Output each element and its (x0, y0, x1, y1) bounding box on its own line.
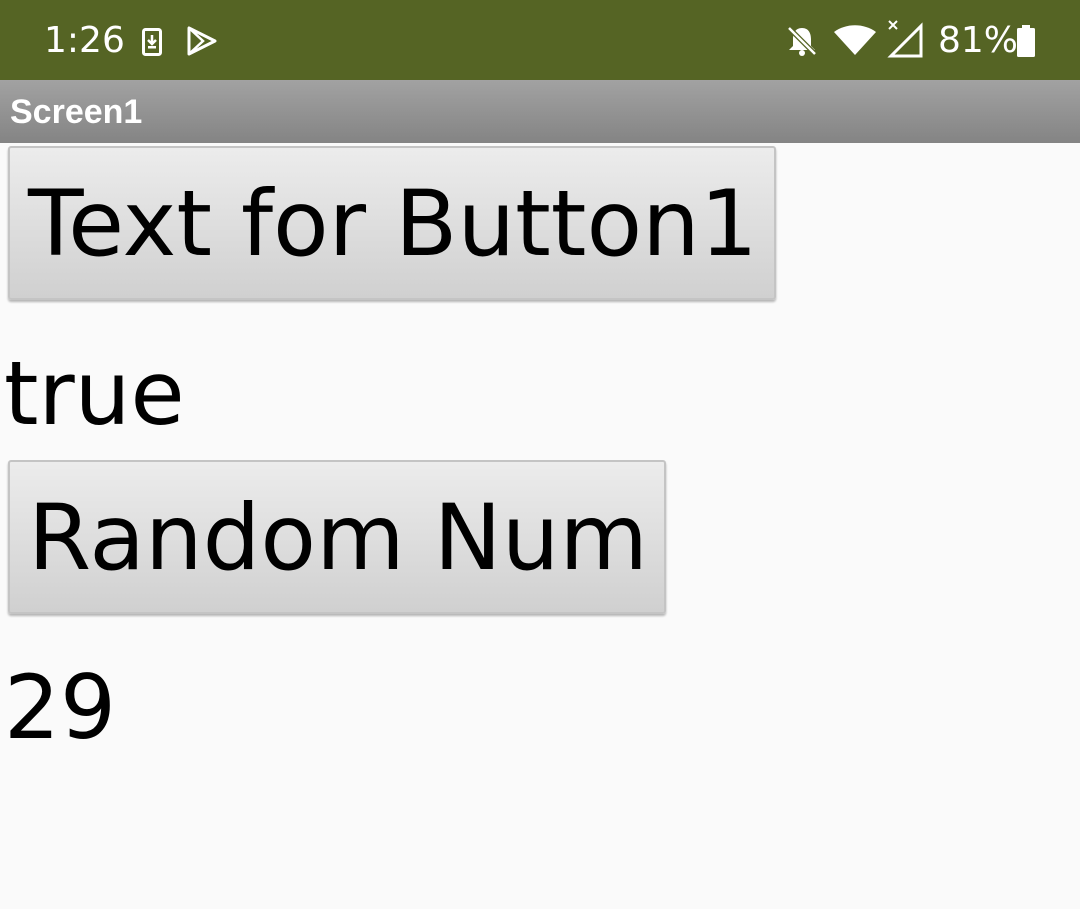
status-bar: 1:26 81% (0, 0, 1080, 80)
random-number-label: 29 (4, 656, 116, 759)
screen-content: Text for Button1 true Random Num 29 (0, 143, 1080, 909)
battery-percent: 81% (938, 20, 1019, 61)
label-true: true (4, 342, 185, 445)
screen-title: Screen1 (10, 93, 143, 131)
notifications-off-icon (787, 26, 817, 56)
title-bar: Screen1 (0, 80, 1080, 143)
random-num-button[interactable]: Random Num (8, 460, 667, 614)
wifi-icon (834, 25, 876, 55)
button1[interactable]: Text for Button1 (8, 146, 776, 300)
battery-icon (1017, 25, 1035, 57)
play-store-icon (187, 26, 217, 56)
status-time: 1:26 (44, 20, 125, 61)
download-notification-icon (142, 28, 162, 56)
no-signal-icon (887, 20, 923, 58)
